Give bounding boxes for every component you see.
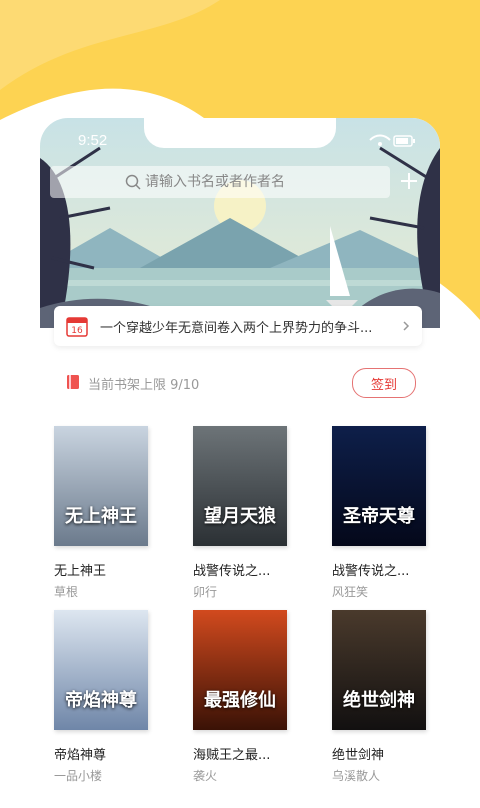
svg-text:16: 16 <box>71 326 83 336</box>
checkin-button[interactable]: 签到 <box>352 368 416 398</box>
plus-icon[interactable] <box>398 170 420 192</box>
book-cover-art <box>332 610 426 730</box>
book-author: 乌溪散人 <box>332 769 381 783</box>
book-cover[interactable]: 帝焰神尊 <box>54 610 148 730</box>
wifi-battery-icon <box>369 134 415 147</box>
book-author: 卯行 <box>193 585 218 599</box>
phone-screen: 9:52 16 一个穿越少年无意间卷入两个上界势力的争斗... <box>40 118 440 808</box>
book-author: 袭火 <box>193 769 218 783</box>
book-title[interactable]: 战警传说之... <box>332 560 432 579</box>
book-cover-text: 无上神王 <box>65 506 137 527</box>
book-cover[interactable]: 最强修仙 <box>193 610 287 730</box>
book-item[interactable]: 望月天狼 战警传说之... 卯行 <box>193 426 293 600</box>
book-cover-text: 绝世剑神 <box>343 690 415 711</box>
book-cover-text: 帝焰神尊 <box>65 690 137 711</box>
book-cover-art <box>54 610 148 730</box>
book-cover-text: 圣帝天尊 <box>343 506 415 527</box>
search-input[interactable] <box>145 174 315 190</box>
book-title[interactable]: 帝焰神尊 <box>54 744 154 763</box>
screen-notch <box>144 118 336 148</box>
status-bar: 9:52 <box>40 118 440 158</box>
book-cover-art <box>193 610 287 730</box>
shelf-row: 当前书架上限 9/10 签到 <box>40 368 440 398</box>
book-cover[interactable]: 圣帝天尊 <box>332 426 426 546</box>
book-title[interactable]: 海贼王之最... <box>193 744 293 763</box>
book-title[interactable]: 绝世剑神 <box>332 744 432 763</box>
book-item[interactable]: 圣帝天尊 战警传说之... 风狂笑 <box>332 426 432 600</box>
book-item[interactable]: 帝焰神尊 帝焰神尊 一品小楼 <box>54 610 154 784</box>
book-title[interactable]: 无上神王 <box>54 560 154 579</box>
book-cover[interactable]: 无上神王 <box>54 426 148 546</box>
book-cover-art <box>332 426 426 546</box>
calendar-icon: 16 <box>66 317 88 337</box>
search-bar[interactable] <box>50 166 390 198</box>
chevron-right-icon <box>403 321 410 331</box>
book-cover-text: 望月天狼 <box>204 506 276 527</box>
book-author: 草根 <box>54 585 79 599</box>
book-author: 一品小楼 <box>54 769 103 783</box>
search-icon <box>125 174 141 190</box>
book-cover-art <box>193 426 287 546</box>
shelf-limit-text: 当前书架上限 9/10 <box>88 378 200 393</box>
notice-text: 一个穿越少年无意间卷入两个上界势力的争斗... <box>100 320 373 336</box>
book-cover-art <box>54 426 148 546</box>
book-icon <box>67 375 79 389</box>
book-cover[interactable]: 望月天狼 <box>193 426 287 546</box>
book-item[interactable]: 无上神王 无上神王 草根 <box>54 426 154 600</box>
book-title[interactable]: 战警传说之... <box>193 560 293 579</box>
book-item[interactable]: 绝世剑神 绝世剑神 乌溪散人 <box>332 610 432 784</box>
notice-banner[interactable]: 16 一个穿越少年无意间卷入两个上界势力的争斗... <box>54 306 422 346</box>
book-cover[interactable]: 绝世剑神 <box>332 610 426 730</box>
book-item[interactable]: 最强修仙 海贼王之最... 袭火 <box>193 610 293 784</box>
book-author: 风狂笑 <box>332 585 369 599</box>
status-time: 9:52 <box>78 132 108 149</box>
book-cover-text: 最强修仙 <box>204 690 276 711</box>
